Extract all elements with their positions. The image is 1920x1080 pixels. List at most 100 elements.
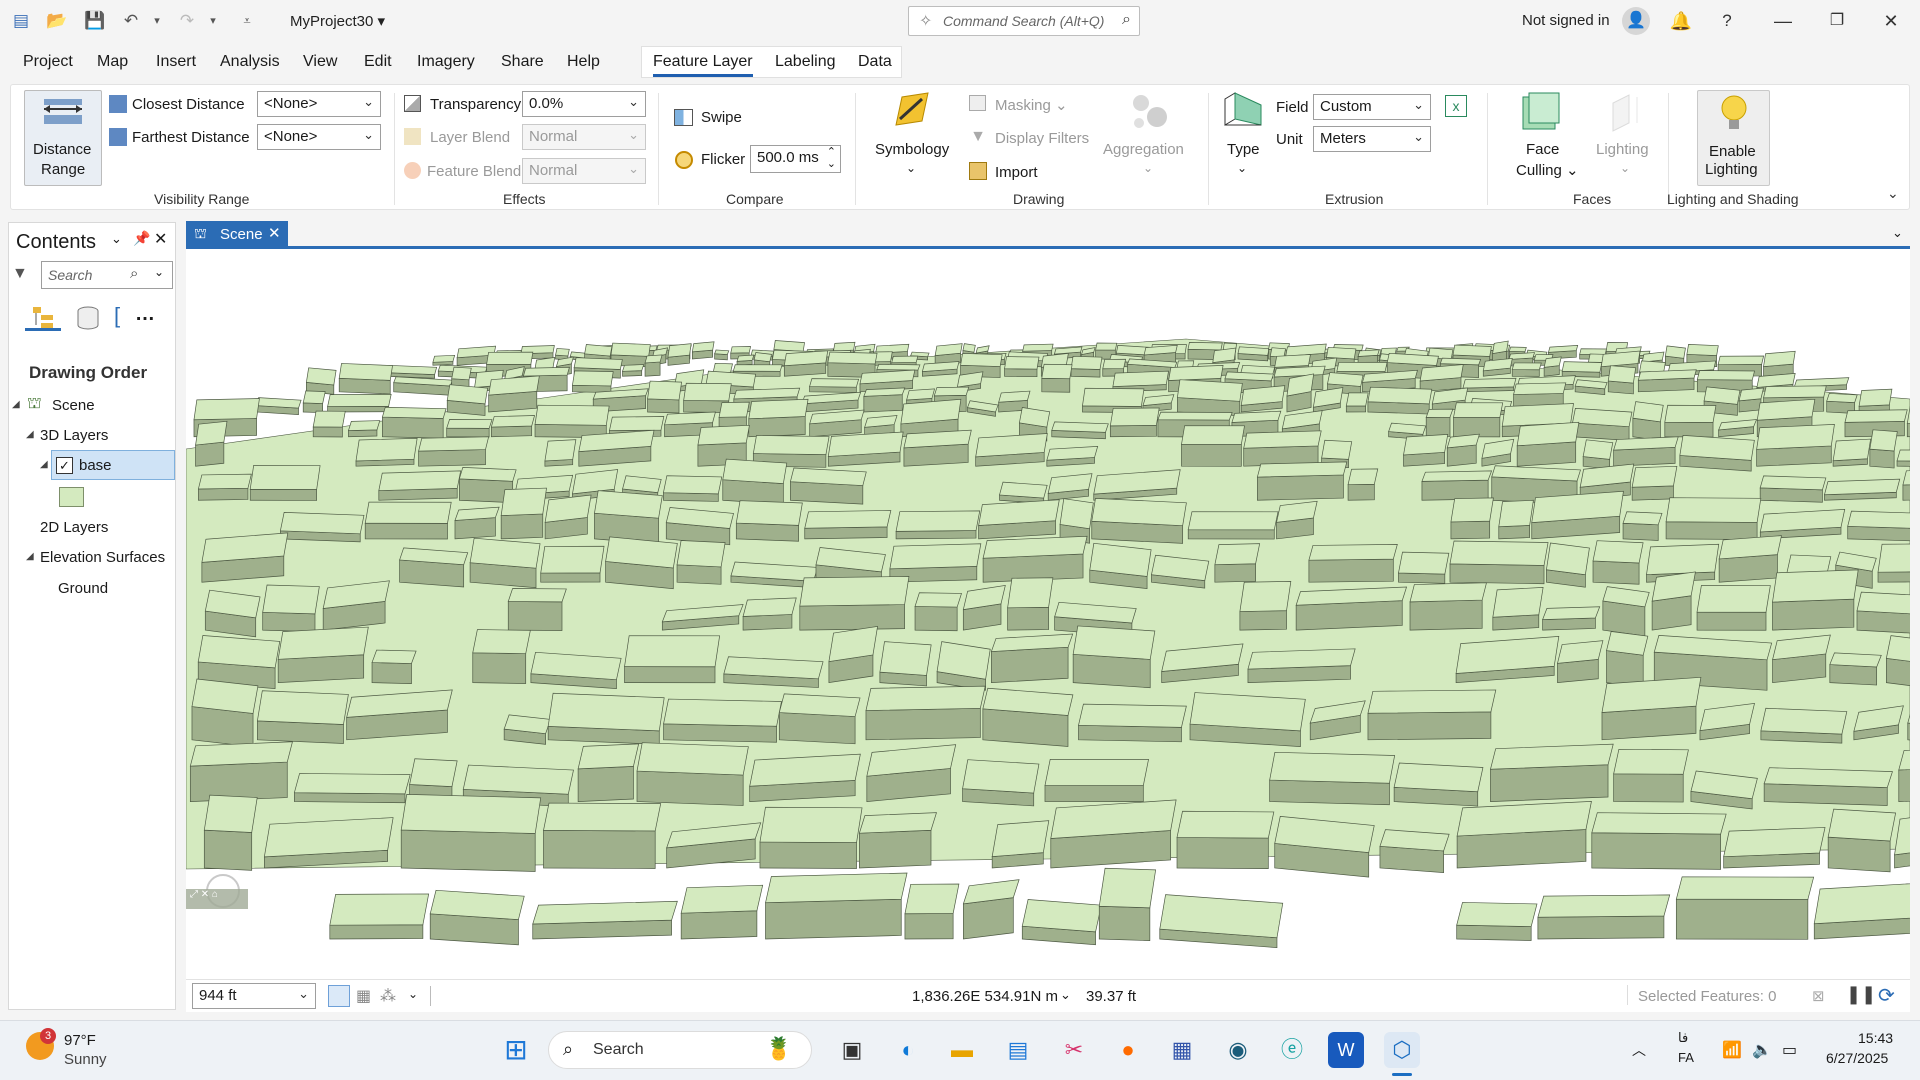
- edge-browser-icon[interactable]: ◐: [890, 1032, 926, 1068]
- project-name[interactable]: MyProject30 ▾: [290, 12, 385, 30]
- tab-scene[interactable]: ⛫ Scene ✕: [186, 221, 288, 247]
- lighting-dropdown-button[interactable]: Lighting ⌄: [1591, 89, 1661, 189]
- enable-lighting-toggle[interactable]: Enable Lighting: [1697, 90, 1770, 186]
- weather-desc[interactable]: Sunny: [64, 1051, 107, 1068]
- input-language-top[interactable]: فا: [1678, 1030, 1688, 1046]
- distance-range-button[interactable]: Distance Range: [24, 90, 102, 186]
- tab-feature-layer[interactable]: Feature Layer: [653, 53, 753, 77]
- more-options-icon[interactable]: …: [135, 303, 155, 326]
- extrusion-unit-dropdown[interactable]: Meters ⌄: [1313, 126, 1431, 152]
- close-pane-icon[interactable]: ✕: [154, 229, 167, 249]
- expand-triangle-icon[interactable]: ◢: [26, 429, 34, 440]
- menu-project[interactable]: Project: [23, 53, 73, 71]
- layer-visibility-checkbox[interactable]: ✓: [56, 457, 73, 474]
- contents-search-input[interactable]: Search ⌕ ⌄: [41, 261, 173, 289]
- extrusion-field-dropdown[interactable]: Custom ⌄: [1313, 94, 1431, 120]
- pin-icon[interactable]: 📌: [133, 230, 150, 247]
- layer-symbol-swatch[interactable]: [59, 487, 84, 507]
- tree-elevation-surfaces[interactable]: Elevation Surfaces: [40, 549, 165, 566]
- chevron-down-icon[interactable]: ⌄: [408, 987, 418, 1001]
- help-button[interactable]: ?: [1712, 8, 1742, 34]
- face-culling-button[interactable]: Face Culling ⌄: [1501, 89, 1581, 189]
- menu-insert[interactable]: Insert: [156, 53, 196, 71]
- customize-quick-access-icon[interactable]: ⩡: [236, 10, 258, 32]
- undo-icon[interactable]: ↶: [120, 10, 142, 32]
- layer-row-base[interactable]: ✓ base: [51, 450, 175, 480]
- save-project-icon[interactable]: 💾: [84, 10, 106, 32]
- restore-icon[interactable]: ❐: [1822, 8, 1852, 34]
- user-avatar-icon[interactable]: 👤: [1622, 7, 1650, 35]
- microsoft-store-icon[interactable]: ▦: [1164, 1032, 1200, 1068]
- menu-view[interactable]: View: [303, 53, 337, 71]
- tree-scene[interactable]: Scene: [52, 397, 95, 414]
- firefox-icon[interactable]: ●: [1110, 1032, 1146, 1068]
- menu-share[interactable]: Share: [501, 53, 544, 71]
- redo-icon[interactable]: ↷: [176, 10, 198, 32]
- list-by-selection-icon[interactable]: [: [114, 303, 120, 329]
- 3d-scene-view[interactable]: ⤢ ✕ ⌂: [186, 249, 1910, 979]
- sign-in-status[interactable]: Not signed in: [1522, 12, 1610, 29]
- qgis-icon[interactable]: ◉: [1220, 1032, 1256, 1068]
- input-language[interactable]: FA: [1678, 1050, 1694, 1065]
- display-filters-button[interactable]: Display Filters: [995, 130, 1089, 147]
- tab-labeling[interactable]: Labeling: [775, 53, 836, 71]
- swipe-button[interactable]: Swipe: [701, 109, 742, 126]
- clock-time[interactable]: 15:43: [1858, 1030, 1893, 1046]
- snipping-tool-icon[interactable]: ✂: [1056, 1032, 1092, 1068]
- scale-dropdown[interactable]: 944 ft ⌄: [192, 983, 316, 1009]
- menu-analysis[interactable]: Analysis: [220, 53, 280, 71]
- minimize-icon[interactable]: —: [1768, 8, 1798, 34]
- views-overflow-icon[interactable]: ⌄: [1892, 225, 1903, 241]
- pane-options-icon[interactable]: ⌄: [111, 231, 122, 247]
- import-button[interactable]: Import: [995, 164, 1038, 181]
- aggregation-button[interactable]: Aggregation ⌄: [1101, 89, 1195, 189]
- closest-distance-dropdown[interactable]: <None> ⌄: [257, 91, 381, 117]
- e-app-icon[interactable]: ⓔ: [1274, 1032, 1310, 1068]
- tree-3d-layers[interactable]: 3D Layers: [40, 427, 108, 444]
- extrusion-type-button[interactable]: Type ⌄: [1219, 89, 1267, 189]
- clear-selection-icon[interactable]: ⊠: [1812, 987, 1825, 1005]
- control-panel-icon[interactable]: ▤: [1000, 1032, 1036, 1068]
- open-project-icon[interactable]: 📂: [46, 10, 68, 32]
- command-search-input[interactable]: ✧ Command Search (Alt+Q) ⌕: [908, 6, 1140, 36]
- grid-icon[interactable]: ▦: [356, 986, 371, 1006]
- close-window-icon[interactable]: ✕: [1876, 8, 1906, 34]
- refresh-icon[interactable]: ⟳: [1878, 983, 1895, 1008]
- selected-features-count[interactable]: Selected Features: 0: [1638, 988, 1776, 1005]
- start-windows-icon[interactable]: ⊞: [498, 1032, 534, 1068]
- list-by-data-source-icon[interactable]: [75, 305, 101, 331]
- masking-button[interactable]: Masking ⌄: [995, 96, 1068, 114]
- feature-blend-dropdown[interactable]: Normal ⌄: [522, 158, 646, 184]
- tab-data[interactable]: Data: [858, 53, 892, 71]
- task-view-icon[interactable]: ▣: [834, 1032, 870, 1068]
- taskbar-search-box[interactable]: ⌕ Search 🍍: [548, 1031, 812, 1069]
- pause-drawing-icon[interactable]: ❚❚: [1846, 984, 1876, 1005]
- arcgis-pro-icon[interactable]: ⬡: [1384, 1032, 1420, 1068]
- expand-triangle-icon[interactable]: ◢: [12, 399, 20, 410]
- clock-date[interactable]: 6/27/2025: [1826, 1050, 1888, 1066]
- snapping-icon[interactable]: ⁂: [380, 986, 396, 1006]
- expand-triangle-icon[interactable]: ◢: [40, 459, 48, 470]
- file-explorer-icon[interactable]: ▬: [944, 1032, 980, 1068]
- ribbon-collapse-icon[interactable]: ⌄: [1887, 185, 1899, 202]
- tree-2d-layers[interactable]: 2D Layers: [40, 519, 108, 536]
- fixed-scale-icon[interactable]: [328, 985, 350, 1007]
- scene-overlay-controls[interactable]: ⤢ ✕ ⌂: [186, 889, 248, 909]
- farthest-distance-dropdown[interactable]: <None> ⌄: [257, 124, 381, 150]
- layer-blend-dropdown[interactable]: Normal ⌄: [522, 124, 646, 150]
- undo-dropdown-icon[interactable]: ▾: [146, 10, 168, 32]
- word-icon[interactable]: W: [1328, 1032, 1364, 1068]
- menu-imagery[interactable]: Imagery: [417, 53, 475, 71]
- wifi-icon[interactable]: 📶: [1722, 1040, 1742, 1060]
- menu-edit[interactable]: Edit: [364, 53, 392, 71]
- new-project-icon[interactable]: ▤: [10, 10, 32, 32]
- expression-builder-icon[interactable]: x: [1445, 95, 1467, 117]
- show-hidden-icons[interactable]: ︿: [1632, 1040, 1646, 1060]
- redo-dropdown-icon[interactable]: ▾: [202, 10, 224, 32]
- volume-icon[interactable]: 🔈: [1752, 1040, 1772, 1060]
- coordinate-format-dropdown[interactable]: ⌄: [1060, 987, 1071, 1003]
- battery-icon[interactable]: ▭: [1782, 1040, 1797, 1060]
- expand-triangle-icon[interactable]: ◢: [26, 551, 34, 562]
- tree-ground[interactable]: Ground: [58, 580, 108, 597]
- menu-map[interactable]: Map: [97, 53, 128, 71]
